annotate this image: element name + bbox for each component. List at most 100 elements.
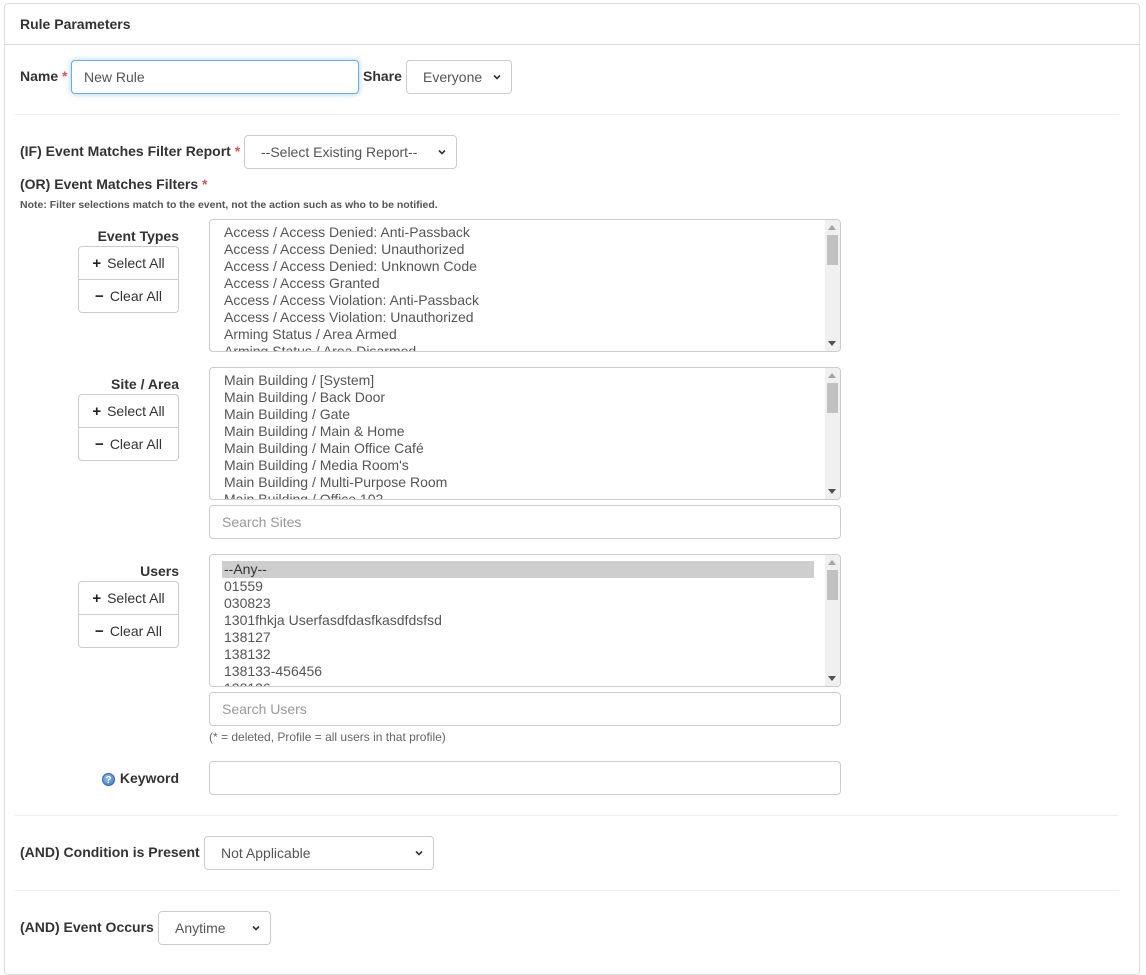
- list-item[interactable]: Main Building / [System]: [222, 372, 824, 389]
- chevron-down-icon: [252, 925, 260, 931]
- list-item[interactable]: 138132: [222, 646, 824, 663]
- share-label: Share: [363, 68, 402, 84]
- list-item[interactable]: Main Building / Main & Home: [222, 423, 824, 440]
- users-hint: (* = deleted, Profile = all users in tha…: [209, 730, 446, 744]
- scrollbar[interactable]: [825, 220, 840, 351]
- list-item[interactable]: Main Building / Media Room's: [222, 457, 824, 474]
- site-area-clear-all-button[interactable]: − Clear All: [79, 427, 178, 460]
- list-item[interactable]: Access / Access Violation: Unauthorized: [222, 309, 824, 326]
- scrollbar-thumb[interactable]: [827, 383, 838, 413]
- list-item[interactable]: Arming Status / Area Disarmed: [222, 343, 824, 351]
- divider: [15, 114, 1119, 115]
- event-occurs-label: (AND) Event Occurs: [20, 919, 154, 935]
- list-item[interactable]: Access / Access Denied: Anti-Passback: [222, 224, 824, 241]
- required-mark: *: [62, 68, 68, 84]
- search-sites-input[interactable]: Search Sites: [209, 505, 841, 539]
- event-types-select-all-button[interactable]: + Select All: [79, 247, 178, 279]
- list-item[interactable]: 138136: [222, 680, 824, 686]
- site-area-label: Site / Area: [111, 376, 179, 392]
- users-listbox[interactable]: --Any-- 01559 030823 1301fhkja Userfasdf…: [209, 554, 841, 687]
- scroll-up-arrow-icon[interactable]: [828, 225, 836, 230]
- keyword-label-text: Keyword: [119, 770, 179, 786]
- search-users-placeholder: Search Users: [222, 701, 307, 717]
- list-item[interactable]: Main Building / Main Office Café: [222, 440, 824, 457]
- select-all-label: Select All: [107, 255, 165, 271]
- users-button-group: + Select All − Clear All: [78, 581, 179, 648]
- or-filters-label-text: (OR) Event Matches Filters: [20, 176, 199, 192]
- filters-note: Note: Filter selections match to the eve…: [20, 199, 438, 211]
- list-item[interactable]: 1301fhkja Userfasdfdasfkasdfdsfsd: [222, 612, 824, 629]
- list-item[interactable]: Access / Access Violation: Anti-Passback: [222, 292, 824, 309]
- search-users-input[interactable]: Search Users: [209, 692, 841, 726]
- site-area-select-all-button[interactable]: + Select All: [79, 395, 178, 427]
- minus-icon: −: [95, 622, 104, 640]
- scrollbar[interactable]: [825, 368, 840, 499]
- list-item-selected[interactable]: --Any--: [222, 561, 814, 578]
- plus-icon: +: [92, 254, 102, 272]
- scroll-up-arrow-icon[interactable]: [828, 373, 836, 378]
- filter-report-select[interactable]: --Select Existing Report--: [244, 135, 457, 169]
- users-label: Users: [140, 563, 179, 579]
- site-area-listbox[interactable]: Main Building / [System] Main Building /…: [209, 367, 841, 500]
- or-filters-label: (OR) Event Matches Filters *: [20, 176, 208, 192]
- list-item[interactable]: Main Building / Back Door: [222, 389, 824, 406]
- users-select-all-button[interactable]: + Select All: [79, 582, 178, 614]
- name-label: Name *: [20, 68, 67, 84]
- list-item[interactable]: 030823: [222, 595, 824, 612]
- plus-icon: +: [92, 402, 102, 420]
- list-item[interactable]: Access / Access Denied: Unknown Code: [222, 258, 824, 275]
- filter-report-select-value: --Select Existing Report--: [261, 144, 418, 160]
- share-select-value: Everyone: [423, 69, 483, 85]
- keyword-label: ? Keyword: [101, 770, 179, 786]
- plus-icon: +: [92, 589, 102, 607]
- list-item[interactable]: Main Building / Gate: [222, 406, 824, 423]
- keyword-input[interactable]: [209, 761, 841, 795]
- condition-select-value: Not Applicable: [221, 845, 311, 861]
- event-occurs-select-value: Anytime: [175, 920, 226, 936]
- scroll-down-arrow-icon[interactable]: [828, 676, 836, 681]
- event-types-clear-all-button[interactable]: − Clear All: [79, 279, 178, 312]
- chevron-down-icon: [493, 74, 501, 80]
- chevron-down-icon: [415, 850, 423, 856]
- minus-icon: −: [95, 435, 104, 453]
- scrollbar-thumb[interactable]: [827, 570, 838, 600]
- users-clear-all-button[interactable]: − Clear All: [79, 614, 178, 647]
- clear-all-label: Clear All: [109, 623, 162, 639]
- list-item[interactable]: Arming Status / Area Armed: [222, 326, 824, 343]
- scroll-down-arrow-icon[interactable]: [828, 341, 836, 346]
- scrollbar[interactable]: [825, 555, 840, 686]
- list-item[interactable]: 138133-456456: [222, 663, 824, 680]
- list-item[interactable]: Main Building / Office 102: [222, 491, 824, 499]
- help-icon[interactable]: ?: [101, 772, 115, 786]
- panel-title: Rule Parameters: [5, 4, 1139, 45]
- event-types-label: Event Types: [97, 228, 179, 244]
- search-sites-placeholder: Search Sites: [222, 514, 302, 530]
- condition-select[interactable]: Not Applicable: [204, 836, 434, 870]
- event-types-listbox[interactable]: Access / Access Denied: Anti-Passback Ac…: [209, 219, 841, 352]
- required-mark: *: [202, 176, 208, 192]
- clear-all-label: Clear All: [109, 288, 162, 304]
- list-item[interactable]: 138127: [222, 629, 824, 646]
- chevron-down-icon: [438, 149, 446, 155]
- clear-all-label: Clear All: [109, 436, 162, 452]
- if-filter-report-label-text: (IF) Event Matches Filter Report: [20, 143, 231, 159]
- scroll-up-arrow-icon[interactable]: [828, 560, 836, 565]
- required-mark: *: [234, 143, 241, 159]
- name-input[interactable]: New Rule: [71, 60, 359, 94]
- scrollbar-thumb[interactable]: [827, 235, 838, 265]
- minus-icon: −: [95, 287, 104, 305]
- list-item[interactable]: Main Building / Multi-Purpose Room: [222, 474, 824, 491]
- divider: [15, 890, 1119, 891]
- scroll-down-arrow-icon[interactable]: [828, 489, 836, 494]
- name-label-text: Name: [20, 68, 59, 84]
- share-select[interactable]: Everyone: [406, 60, 512, 94]
- list-item[interactable]: Access / Access Denied: Unauthorized: [222, 241, 824, 258]
- condition-label: (AND) Condition is Present: [20, 844, 200, 860]
- divider: [15, 815, 1119, 816]
- select-all-label: Select All: [107, 590, 165, 606]
- list-item[interactable]: 01559: [222, 578, 824, 595]
- event-occurs-select[interactable]: Anytime: [158, 911, 271, 945]
- if-filter-report-label: (IF) Event Matches Filter Report *: [20, 143, 240, 159]
- event-types-button-group: + Select All − Clear All: [78, 246, 179, 313]
- list-item[interactable]: Access / Access Granted: [222, 275, 824, 292]
